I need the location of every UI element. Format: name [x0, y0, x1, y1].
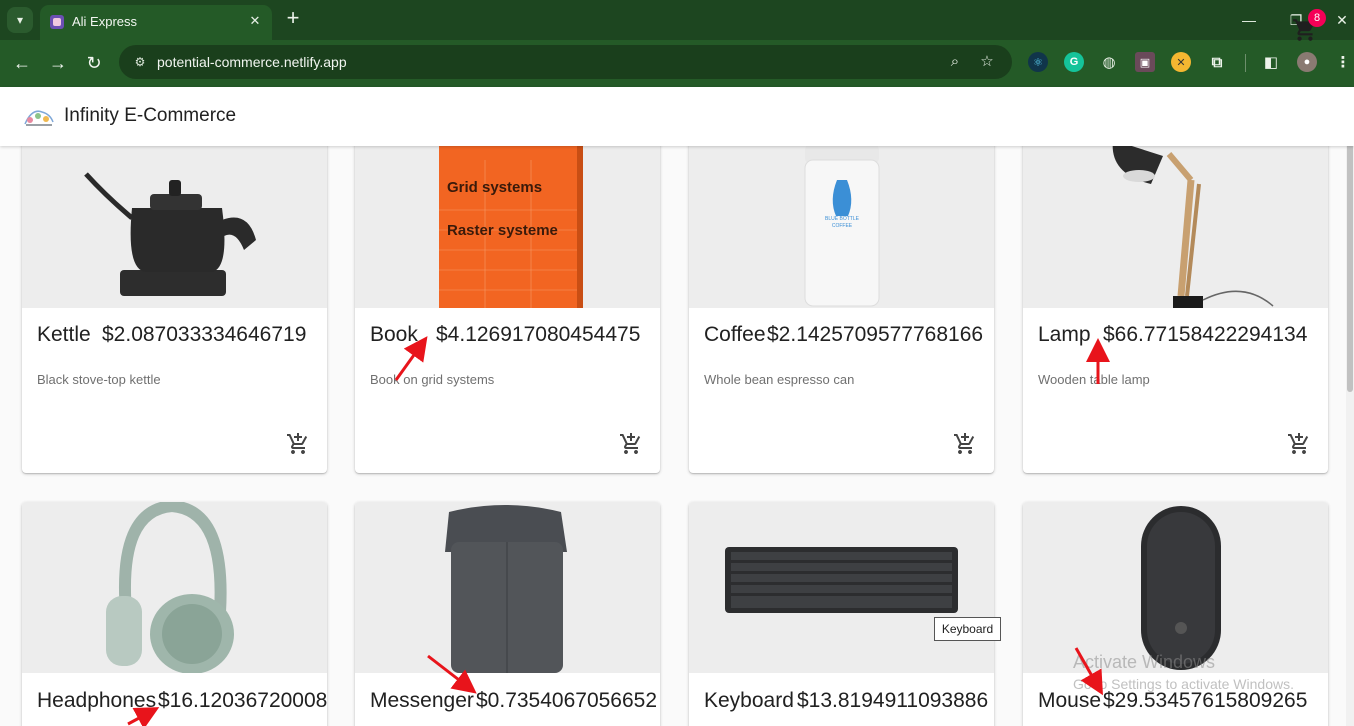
product-price: $0.7354067056652 — [476, 689, 658, 712]
product-card-messenger[interactable]: Messenger $0.7354067056652 — [355, 502, 660, 726]
product-card-keyboard[interactable]: Keyboard $13.8194911093886 — [689, 502, 994, 726]
extension-icon[interactable]: ▣ — [1135, 52, 1155, 72]
product-name: Lamp — [1038, 323, 1091, 346]
extensions-puzzle-icon[interactable]: ⧉ — [1207, 52, 1227, 72]
product-image-keyboard — [689, 502, 994, 673]
product-card-lamp[interactable]: Lamp $66.77158422294134 Wooden table lam… — [1023, 100, 1328, 473]
browser-tab[interactable]: Ali Express ✕ — [40, 5, 272, 40]
activate-windows-subtitle: Go to Settings to activate Windows. — [1073, 676, 1294, 692]
new-tab-button[interactable]: + — [281, 6, 305, 30]
tab-close-icon[interactable]: ✕ — [246, 12, 264, 30]
activate-windows-watermark: Activate Windows — [1073, 652, 1216, 672]
toolbar-divider — [1245, 54, 1246, 72]
reload-icon[interactable]: ↻ — [82, 51, 106, 75]
product-price: $13.8194911093886 — [797, 689, 989, 712]
product-name: Kettle — [37, 323, 91, 346]
extension-badge-icon[interactable]: ✕ — [1171, 52, 1191, 72]
book-cover-subtitle: Raster systeme — [447, 222, 558, 239]
add-to-cart-icon[interactable] — [1287, 432, 1311, 456]
app-bar: Infinity E-Commerce — [0, 87, 1354, 146]
product-name: Messenger — [370, 689, 474, 712]
favicon-icon — [50, 15, 64, 29]
brand-title: Infinity E-Commerce — [64, 105, 237, 126]
product-name: Headphones — [37, 689, 157, 712]
product-card-headphones[interactable]: Headphones $16.12036720008 — [22, 502, 327, 726]
product-name: Keyboard — [704, 689, 794, 712]
forward-icon[interactable]: → — [46, 51, 70, 75]
product-description: Book on grid systems — [370, 372, 495, 387]
profile-avatar[interactable]: ● — [1297, 52, 1317, 72]
product-price: $16.12036720008 — [158, 689, 327, 712]
coffee-brand-line2: COFFEE — [831, 223, 853, 229]
brand-logo[interactable] — [22, 104, 56, 128]
browser-tab-strip: ▾ Ali Express ✕ + — ❐ ✕ — [0, 0, 1354, 40]
site-info-icon[interactable]: ⚙ — [131, 53, 149, 71]
product-price: $2.1425709577768166 — [767, 323, 984, 346]
minimize-window-icon[interactable]: — — [1237, 8, 1261, 32]
address-bar[interactable]: ⚙ potential-commerce.netlify.app ⌕ ☆ — [119, 45, 1012, 79]
add-to-cart-icon[interactable] — [953, 432, 977, 456]
side-panel-icon[interactable]: ◧ — [1261, 52, 1281, 72]
product-price: $66.77158422294134 — [1103, 323, 1308, 346]
browser-toolbar: ← → ↻ ⚙ potential-commerce.netlify.app ⌕… — [0, 40, 1354, 87]
back-icon[interactable]: ← — [10, 51, 34, 75]
product-name: Book — [370, 323, 418, 346]
book-cover-title: Grid systems — [447, 179, 543, 196]
coffee-brand-line1: BLUE BOTTLE — [825, 216, 859, 222]
product-name: Mouse — [1038, 689, 1102, 712]
browser-menu-icon[interactable]: ⋮ — [1333, 52, 1353, 72]
product-card-book[interactable]: Grid systems Raster systeme Book $4.1269… — [355, 100, 660, 473]
tab-title: Ali Express — [72, 14, 138, 29]
product-image-headphones — [22, 502, 327, 673]
bookmark-star-icon[interactable]: ☆ — [977, 52, 997, 72]
url-text[interactable]: potential-commerce.netlify.app — [157, 54, 347, 70]
globe-extension-icon[interactable]: ◍ — [1099, 52, 1119, 72]
product-description: Wooden table lamp — [1038, 372, 1150, 387]
grammarly-icon[interactable]: G — [1064, 52, 1084, 72]
tab-search-icon[interactable]: ▾ — [7, 7, 33, 33]
keyboard-tooltip: Keyboard — [934, 617, 1001, 641]
product-name: Coffee — [704, 323, 766, 346]
react-devtools-icon[interactable]: ⚛ — [1028, 52, 1048, 72]
product-price: $4.126917080454475 — [436, 323, 641, 346]
cart-count-badge: 8 — [1308, 9, 1326, 27]
product-image-mouse — [1023, 502, 1328, 673]
product-card-mouse[interactable]: Mouse $29.53457615809265 — [1023, 502, 1328, 726]
product-card-kettle[interactable]: Kettle $2.087033334646719 Black stove-to… — [22, 100, 327, 473]
zoom-search-icon[interactable]: ⌕ — [945, 52, 965, 72]
product-price: $2.087033334646719 — [102, 323, 307, 346]
add-to-cart-icon[interactable] — [286, 432, 310, 456]
product-description: Black stove-top kettle — [37, 372, 161, 387]
product-card-coffee[interactable]: BLUE BOTTLE COFFEE Coffee $2.14257095777… — [689, 100, 994, 473]
product-image-messenger — [355, 502, 660, 673]
close-window-icon[interactable]: ✕ — [1330, 8, 1354, 32]
product-description: Whole bean espresso can — [704, 372, 855, 387]
add-to-cart-icon[interactable] — [619, 432, 643, 456]
product-price: $29.53457615809265 — [1103, 689, 1308, 712]
